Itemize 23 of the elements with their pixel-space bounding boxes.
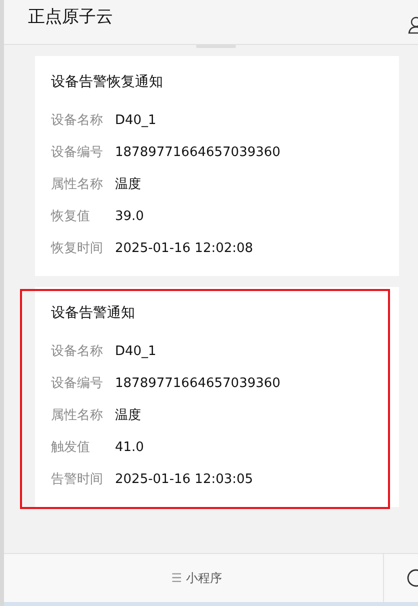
card-title: 设备告警恢复通知 — [51, 73, 164, 91]
field-value: 2025-01-16 12:02:08 — [115, 240, 254, 258]
field-label: 触发值 — [51, 439, 91, 457]
field-value: 18789771664657039360 — [115, 144, 280, 162]
field-value: 温度 — [115, 407, 141, 425]
field-label: 告警时间 — [51, 471, 104, 489]
field-value: 18789771664657039360 — [115, 375, 280, 393]
field-label: 设备名称 — [51, 112, 104, 130]
field-value: 温度 — [115, 176, 141, 194]
card-title: 设备告警通知 — [51, 304, 136, 322]
app-title: 正点原子云 — [28, 6, 113, 28]
field-label: 设备编号 — [51, 375, 104, 393]
field-label: 设备名称 — [51, 343, 104, 361]
field-value: D40_1 — [115, 343, 156, 361]
field-value: 41.0 — [115, 439, 144, 457]
field-label: 设备编号 — [51, 144, 104, 162]
field-value: 39.0 — [115, 208, 144, 226]
field-value: 2025-01-16 12:03:05 — [115, 471, 254, 489]
field-label: 属性名称 — [51, 176, 104, 194]
field-label: 恢复值 — [51, 208, 91, 226]
field-label: 恢复时间 — [51, 240, 104, 258]
field-label: 属性名称 — [51, 407, 104, 425]
field-value: D40_1 — [115, 112, 156, 130]
